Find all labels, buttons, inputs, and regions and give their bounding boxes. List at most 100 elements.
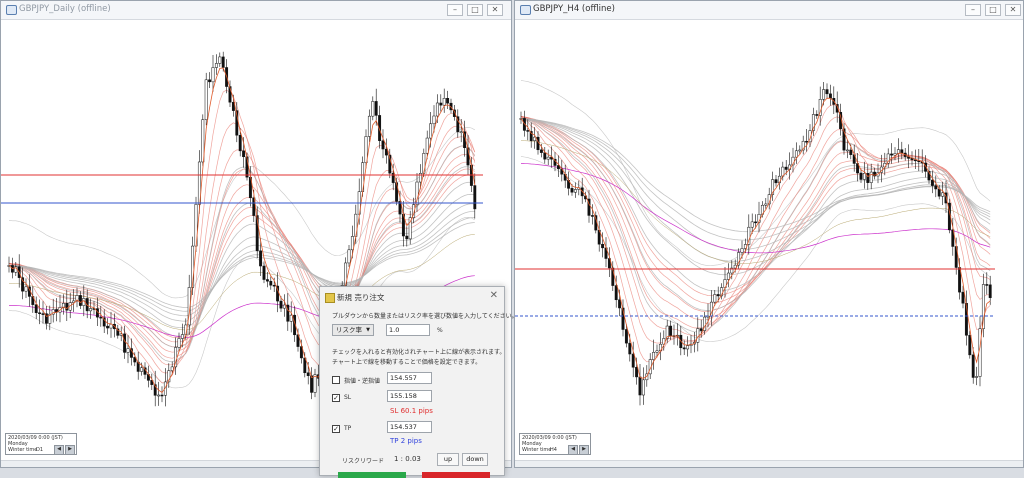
close-button[interactable]: ✕ [487, 4, 503, 16]
up-button[interactable]: up [437, 453, 459, 466]
close-icon[interactable]: ✕ [490, 290, 498, 301]
instruction-text: プルダウンから数量またはリスク率を選び数値を入力してください。 [332, 313, 518, 320]
candle-body [713, 294, 717, 303]
candle-body [106, 325, 110, 329]
candle-body [696, 328, 700, 343]
entry-price-checkbox[interactable] [332, 376, 340, 384]
time-info-box: 2020/03/09 0:00 (JST) Monday Winter time… [519, 433, 591, 455]
candle-body [652, 352, 656, 360]
chevron-down-icon: ▼ [366, 327, 370, 333]
candle-body [221, 56, 225, 68]
close-button[interactable]: ✕ [1005, 4, 1021, 16]
candle-body [208, 79, 212, 83]
candle-body [367, 115, 371, 137]
sl-price-input[interactable]: 155.158 [387, 390, 432, 402]
candle-body [794, 150, 798, 158]
candle-body [764, 203, 768, 206]
candle-body [669, 325, 673, 336]
entry-price-input[interactable]: 154.557 [387, 372, 432, 384]
candle-body [822, 89, 826, 100]
risk-value-input[interactable]: 1.0 [386, 324, 430, 336]
candle-body [628, 342, 632, 355]
window-title: GBPJPY_Daily (offline) [19, 4, 111, 14]
candle-body [371, 101, 375, 117]
fast-moving-average [520, 97, 991, 379]
candle-body [716, 294, 720, 297]
candle-body [41, 313, 45, 315]
candle-body [350, 236, 354, 251]
next-arrow-icon[interactable]: ▶ [579, 445, 589, 455]
candle-body [24, 286, 28, 292]
percent-unit: % [437, 327, 443, 334]
title-bar[interactable]: GBPJPY_Daily (offline) – □ ✕ [1, 1, 511, 20]
minimize-button[interactable]: – [447, 4, 463, 16]
candle-body [784, 166, 788, 170]
candle-body [961, 291, 965, 304]
next-arrow-icon[interactable]: ▶ [65, 445, 75, 455]
candle-body [473, 185, 477, 210]
candle-body [526, 130, 530, 132]
candle-body [459, 131, 463, 134]
sl-checkbox[interactable]: ✓ [332, 394, 340, 402]
candle-body [631, 353, 635, 368]
tp-checkbox[interactable]: ✓ [332, 425, 340, 433]
prev-arrow-icon[interactable]: ◀ [54, 445, 64, 455]
candle-body [123, 333, 127, 353]
candle-body [446, 98, 450, 104]
candle-body [740, 248, 744, 253]
candle-body [425, 137, 429, 154]
candle-body [539, 149, 543, 153]
candle-body [900, 149, 904, 154]
candle-body [849, 149, 853, 155]
candle-body [638, 376, 642, 396]
quantity-mode-select[interactable]: リスク率 ▼ [332, 324, 374, 336]
cancel-order-button[interactable] [422, 472, 490, 478]
order-app-icon [325, 293, 335, 303]
ema-ribbon-red [520, 116, 991, 312]
sell-order-dialog[interactable]: 新規 売り注文 ✕ プルダウンから数量またはリスク率を選び数値を入力してください… [319, 286, 518, 478]
candle-body [99, 316, 103, 319]
note-text-1: チェックを入れると有効化されチャート上に線が表示されます。 [332, 349, 506, 356]
candle-body [682, 347, 686, 350]
dialog-title-bar[interactable]: 新規 売り注文 ✕ [320, 287, 504, 307]
candle-body [38, 312, 42, 314]
candle-body [259, 250, 263, 267]
candle-body [242, 150, 246, 158]
candle-body [439, 102, 443, 106]
candle-body [177, 338, 181, 348]
candle-body [815, 114, 819, 116]
candle-body [635, 367, 639, 378]
price-chart-h4[interactable] [515, 20, 1023, 460]
candle-body [655, 350, 659, 353]
prev-arrow-icon[interactable]: ◀ [568, 445, 578, 455]
candle-body [543, 152, 547, 160]
candle-body [968, 335, 972, 356]
horizontal-scrollbar[interactable] [515, 460, 1023, 467]
candle-body [214, 63, 218, 68]
candle-body [798, 149, 802, 152]
maximize-button[interactable]: □ [467, 4, 483, 16]
down-button[interactable]: down [462, 453, 488, 466]
maximize-button[interactable]: □ [985, 4, 1001, 16]
candle-body [726, 272, 730, 280]
candle-body [805, 140, 809, 143]
submit-order-button[interactable] [338, 472, 406, 478]
candle-body [180, 334, 184, 339]
minimize-button[interactable]: – [965, 4, 981, 16]
candle-body [570, 188, 574, 193]
ema-ribbon-red [520, 104, 991, 363]
title-bar[interactable]: GBPJPY_H4 (offline) – □ ✕ [515, 1, 1023, 20]
candle-body [160, 394, 164, 397]
candle-body [347, 249, 351, 264]
candle-body [435, 102, 439, 117]
chart-window-h4[interactable]: GBPJPY_H4 (offline) – □ ✕ 2020/03/09 0:0… [514, 0, 1024, 468]
candle-body [262, 265, 266, 280]
candle-body [601, 243, 605, 249]
candle-body [269, 280, 273, 286]
time-info-timeframe: D1 [36, 447, 44, 453]
candle-body [934, 185, 938, 190]
note-text-2: チャート上で線を移動することで価格を設定できます。 [332, 359, 482, 366]
candle-body [157, 394, 161, 397]
risk-reward-label: リスクリワード [342, 458, 385, 465]
tp-price-input[interactable]: 154.537 [387, 421, 432, 433]
